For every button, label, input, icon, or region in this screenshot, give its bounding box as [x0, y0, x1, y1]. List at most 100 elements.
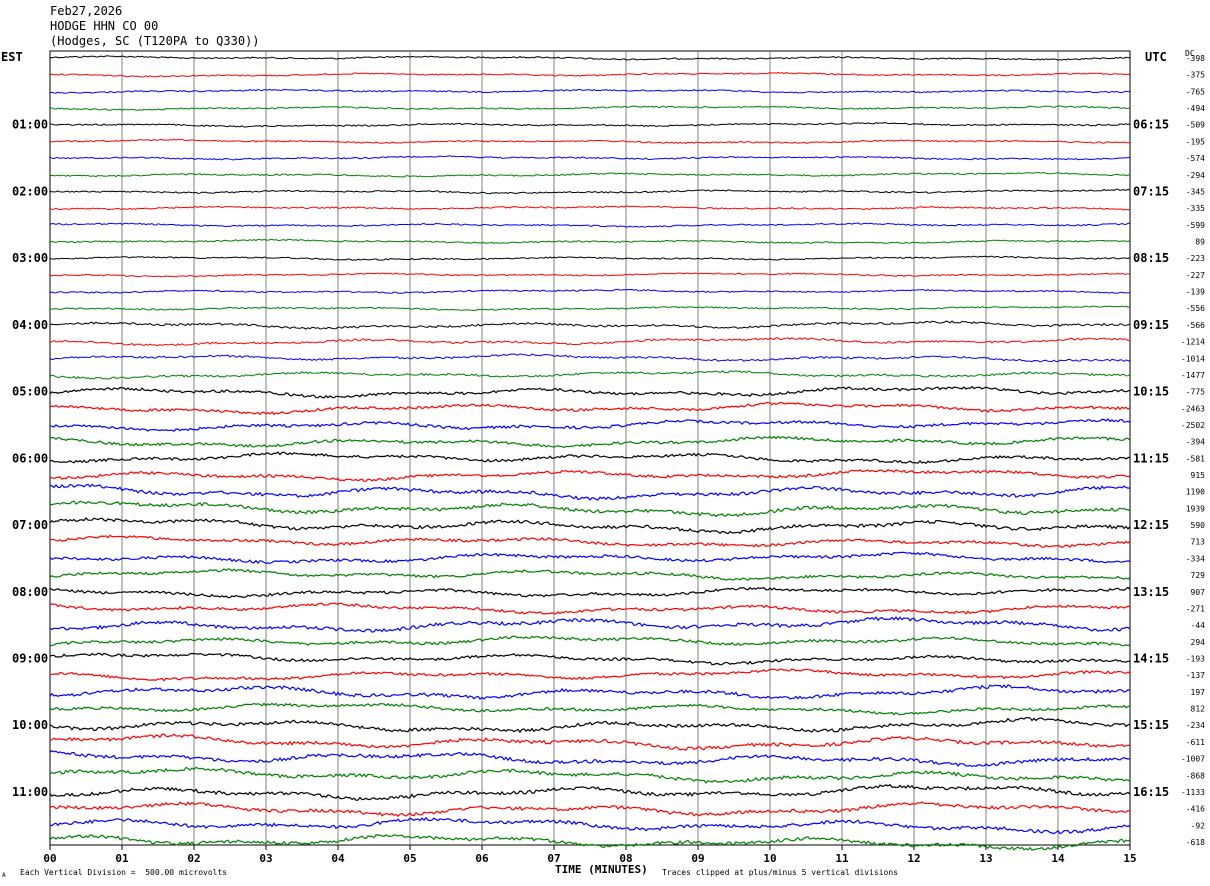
seismic-trace-green [49, 238, 1131, 245]
dc-offset-label: -1007 [1181, 755, 1205, 764]
seismic-trace-black [49, 652, 1131, 666]
dc-offset-label: -566 [1186, 321, 1205, 330]
dc-offset-label: 907 [1191, 588, 1206, 597]
dc-offset-label: -868 [1186, 771, 1205, 780]
seismic-trace-blue [49, 88, 1131, 94]
dc-offset-label: -398 [1186, 54, 1205, 63]
dc-offset-label: -375 [1186, 71, 1205, 80]
dc-offset-label: -394 [1186, 438, 1205, 447]
dc-offset-label: -193 [1186, 655, 1205, 664]
seismic-trace-green [49, 766, 1131, 784]
right-hour-label: 08:15 [1133, 251, 1169, 265]
dc-offset-label: -509 [1186, 121, 1205, 130]
vertical-division-note: Each Vertical Division = 500.00 microvol… [20, 868, 228, 877]
dc-offset-label: -765 [1186, 87, 1205, 96]
right-hour-label: 16:15 [1133, 785, 1169, 799]
dc-offset-label: -334 [1186, 554, 1205, 563]
seismic-trace-black [49, 122, 1131, 128]
dc-offset-label: -775 [1186, 388, 1205, 397]
x-tick-label: 13 [979, 852, 992, 865]
left-hour-label: 05:00 [12, 385, 48, 399]
right-hour-label: 14:15 [1133, 652, 1169, 666]
seismic-trace-red [49, 668, 1131, 682]
right-hour-label: 09:15 [1133, 318, 1169, 332]
seismic-trace-black [49, 385, 1131, 399]
seismic-trace-black [49, 516, 1131, 535]
seismic-trace-black [50, 255, 1131, 261]
x-tick-label: 03 [259, 852, 272, 865]
left-hour-label: 06:00 [12, 451, 48, 465]
dc-offset-label: -574 [1186, 154, 1205, 163]
seismic-trace-blue [49, 816, 1131, 835]
seismic-trace-red [49, 336, 1131, 347]
seismic-trace-black [49, 783, 1131, 801]
dc-offset-label: 1939 [1186, 504, 1205, 513]
seismic-trace-black [49, 188, 1131, 195]
dc-offset-label: -611 [1186, 738, 1205, 747]
clip-note: Traces clipped at plus/minus 5 vertical … [662, 868, 899, 877]
seismic-trace-green [49, 305, 1131, 312]
seismic-trace-green [49, 834, 1131, 851]
dc-offset-label: -294 [1186, 171, 1205, 180]
seismic-trace-blue [49, 750, 1131, 768]
dc-offset-label: -271 [1186, 604, 1205, 613]
seismic-trace-blue [49, 155, 1131, 161]
seismic-trace-red [49, 534, 1131, 549]
right-hour-label: 12:15 [1133, 518, 1169, 532]
dc-offset-label: -227 [1186, 271, 1205, 280]
seismic-trace-black [49, 716, 1131, 734]
seismic-trace-green [49, 105, 1131, 111]
seismic-trace-red [49, 733, 1130, 751]
dc-offset-label: 294 [1191, 638, 1206, 647]
seismic-trace-green [49, 370, 1131, 380]
dc-offset-label: -92 [1191, 821, 1206, 830]
dc-offset-label: -234 [1186, 721, 1205, 730]
dc-offset-label: -139 [1186, 288, 1205, 297]
dc-offset-label: -223 [1186, 254, 1205, 263]
dc-offset-label: -335 [1186, 204, 1205, 213]
dc-offset-label: -44 [1191, 621, 1206, 630]
dc-offset-label: 590 [1191, 521, 1206, 530]
right-hour-label: 07:15 [1133, 184, 1169, 198]
seismic-trace-green [49, 635, 1131, 647]
dc-offset-label: -556 [1186, 304, 1205, 313]
seismic-trace-green [49, 435, 1131, 449]
seismic-trace-blue [49, 616, 1131, 633]
x-tick-label: 06 [475, 852, 489, 865]
seismic-trace-green [49, 568, 1131, 582]
dc-offset-label: -195 [1186, 137, 1205, 146]
x-tick-label: 12 [907, 852, 920, 865]
seismic-trace-red [49, 272, 1131, 278]
seismic-trace-green [49, 500, 1131, 518]
dc-offset-label: 729 [1191, 571, 1206, 580]
dc-offset-label: -599 [1186, 221, 1205, 230]
dc-offset-label: -137 [1186, 671, 1205, 680]
seismic-trace-blue [49, 483, 1131, 501]
seismic-trace-red [49, 401, 1131, 416]
left-hour-label: 03:00 [12, 251, 48, 265]
left-hour-label: 10:00 [12, 718, 48, 732]
plot-frame [49, 50, 1131, 846]
x-tick-label: 09 [691, 852, 704, 865]
seismic-trace-red [49, 71, 1131, 78]
seismic-trace-blue [49, 353, 1131, 363]
dc-offset-label: -581 [1186, 454, 1205, 463]
dc-offset-label: -1133 [1181, 788, 1205, 797]
seismic-trace-black [49, 55, 1131, 61]
seismic-trace-red [49, 205, 1131, 211]
left-hour-label: 01:00 [12, 118, 48, 132]
left-hour-label: 09:00 [12, 652, 48, 666]
seismic-trace-blue [49, 551, 1131, 565]
dc-offset-label: -1477 [1181, 371, 1205, 380]
seismic-trace-black [49, 586, 1131, 599]
dc-offset-label: -618 [1186, 838, 1205, 847]
seismic-trace-red [49, 602, 1131, 615]
seismic-trace-red [49, 468, 1131, 482]
x-tick-label: 11 [835, 852, 849, 865]
right-hour-label: 13:15 [1133, 585, 1169, 599]
seismic-trace-blue [49, 222, 1131, 228]
seismic-trace-green [49, 702, 1131, 716]
right-hour-label: 11:15 [1133, 451, 1169, 465]
right-hour-label: 06:15 [1133, 118, 1169, 132]
x-tick-label: 10 [763, 852, 776, 865]
